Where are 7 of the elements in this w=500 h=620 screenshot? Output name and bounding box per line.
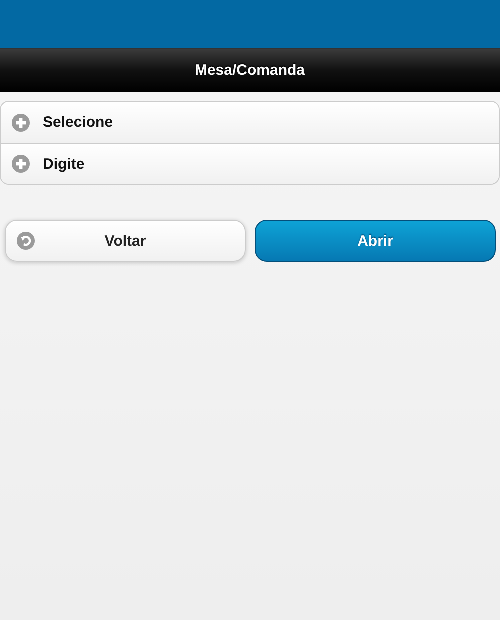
collapsible-header[interactable]: Digite (1, 143, 499, 184)
open-button[interactable]: Abrir (255, 220, 496, 262)
plus-icon (12, 155, 30, 173)
plus-icon (12, 114, 30, 132)
back-icon (17, 232, 35, 250)
back-button[interactable]: Voltar (5, 220, 246, 262)
page-title: Mesa/Comanda (194, 62, 306, 79)
